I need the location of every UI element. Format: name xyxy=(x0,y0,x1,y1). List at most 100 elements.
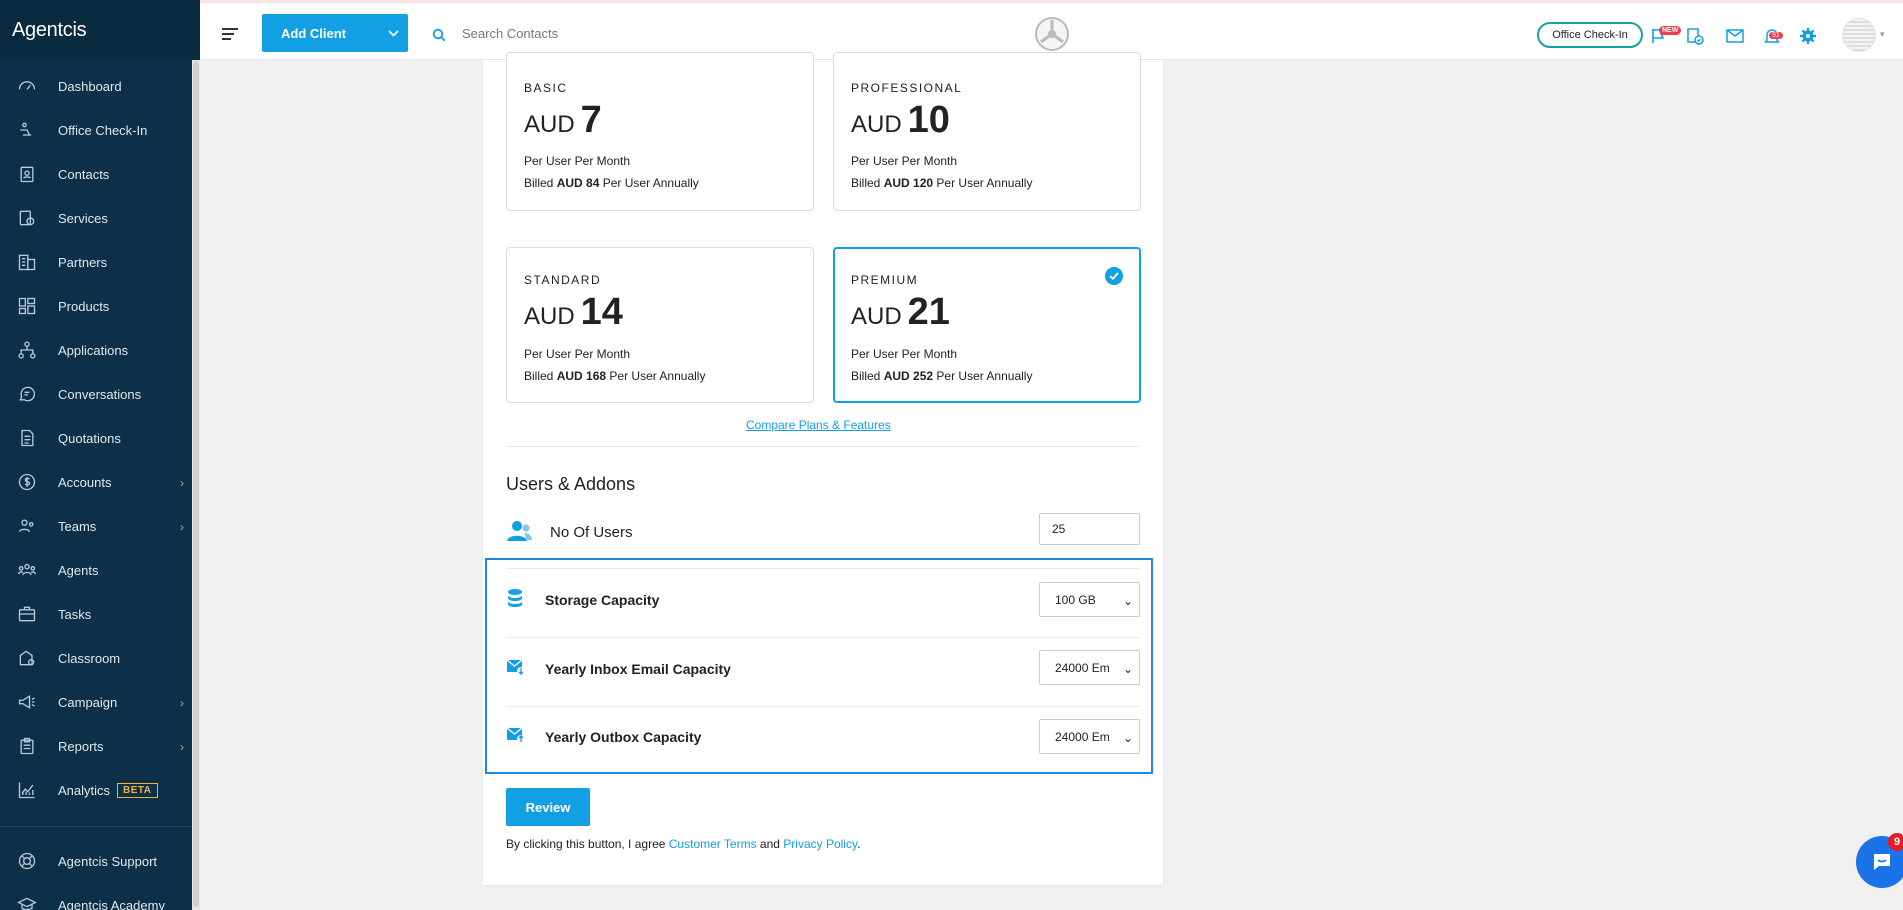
sidebar-item-support[interactable]: Agentcis Support xyxy=(0,839,200,883)
sidebar-item-label: Quotations xyxy=(58,430,121,446)
inbox-capacity-select[interactable]: 24000 Em ⌄ xyxy=(1039,650,1140,685)
billed-prefix: Billed xyxy=(524,369,554,383)
sidebar-item-dashboard[interactable]: Dashboard xyxy=(0,64,200,108)
task-check-icon[interactable] xyxy=(1684,25,1706,47)
inbox-mail-icon xyxy=(506,658,526,681)
storage-capacity-value: 100 GB xyxy=(1055,592,1096,607)
outbox-capacity-label: Yearly Outbox Capacity xyxy=(545,729,702,745)
team-icon xyxy=(16,515,38,537)
sidebar-item-teams[interactable]: Teams › xyxy=(0,504,200,548)
selected-check-icon xyxy=(1105,267,1123,285)
sidebar-item-tasks[interactable]: Tasks xyxy=(0,592,200,636)
gear-icon[interactable] xyxy=(1797,25,1819,47)
outbox-mail-icon xyxy=(506,726,526,749)
sidebar-item-academy[interactable]: Agentcis Academy xyxy=(0,883,200,910)
building-icon xyxy=(16,251,38,273)
search-icon xyxy=(432,28,446,47)
chat-unread-badge: 9 xyxy=(1888,833,1903,851)
sidebar-item-partners[interactable]: Partners xyxy=(0,240,200,284)
customer-terms-link[interactable]: Customer Terms xyxy=(669,837,757,851)
compare-plans-link[interactable]: Compare Plans & Features xyxy=(746,418,891,432)
sidebar-scrollbar-thumb[interactable] xyxy=(193,62,199,907)
chevron-down-icon[interactable]: ▾ xyxy=(1880,29,1885,40)
sidebar-item-campaign[interactable]: Campaign › xyxy=(0,680,200,724)
avatar[interactable] xyxy=(1842,18,1876,52)
search-input[interactable] xyxy=(462,21,762,45)
new-badge: NEW xyxy=(1659,26,1682,35)
topbar: Add Client Office Check-In NEW 91 ▾ xyxy=(200,0,1903,60)
plan-per-month: Per User Per Month xyxy=(524,154,631,168)
add-client-button[interactable]: Add Client xyxy=(262,14,408,52)
chevron-down-icon: ⌄ xyxy=(1122,594,1133,608)
terms-end: . xyxy=(857,837,861,851)
plan-per-month: Per User Per Month xyxy=(851,154,958,168)
sidebar-item-label: Classroom xyxy=(58,650,121,666)
review-button[interactable]: Review xyxy=(506,788,590,826)
brand-logo[interactable]: Agentcis xyxy=(0,0,200,60)
analytics-icon xyxy=(16,779,38,801)
terms-text: By clicking this button, I agree Custome… xyxy=(506,837,860,851)
billed-prefix: Billed xyxy=(851,369,881,383)
divider xyxy=(506,706,1140,707)
sidebar-item-office-checkin[interactable]: Office Check-In xyxy=(0,108,200,152)
sidebar-divider xyxy=(0,826,192,827)
sidebar-item-analytics[interactable]: Analytics BETA xyxy=(0,768,200,812)
privacy-policy-link[interactable]: Privacy Policy xyxy=(783,837,857,851)
gauge-icon xyxy=(16,75,38,97)
sidebar-footer: Agentcis Support Agentcis Academy xyxy=(0,839,200,910)
subscription-card: BASIC AUD 7 Per User Per Month Billed AU… xyxy=(483,52,1163,885)
applications-icon xyxy=(16,339,38,361)
users-addons-heading: Users & Addons xyxy=(506,474,636,494)
chevron-down-icon[interactable] xyxy=(378,26,408,40)
clipboard-icon xyxy=(16,735,38,757)
chevron-right-icon: › xyxy=(180,476,184,490)
plan-currency: AUD xyxy=(524,111,575,138)
billed-suffix: Per User Annually xyxy=(609,369,706,383)
chevron-right-icon: › xyxy=(180,520,184,534)
sidebar-item-services[interactable]: Services xyxy=(0,196,200,240)
chat-icon xyxy=(16,383,38,405)
sidebar-item-products[interactable]: Products xyxy=(0,284,200,328)
sidebar-item-agents[interactable]: Agents xyxy=(0,548,200,592)
dollar-icon xyxy=(16,471,38,493)
add-client-label: Add Client xyxy=(281,25,346,41)
plan-card-basic[interactable]: BASIC AUD 7 Per User Per Month Billed AU… xyxy=(506,52,814,211)
sidebar-item-contacts[interactable]: Contacts xyxy=(0,152,200,196)
office-checkin-button[interactable]: Office Check-In xyxy=(1537,22,1643,48)
sidebar: Agentcis Dashboard Office Check-In Conta… xyxy=(0,0,200,910)
plan-card-standard[interactable]: STANDARD AUD 14 Per User Per Month Bille… xyxy=(506,247,814,403)
plan-billed: Billed AUD 120 Per User Annually xyxy=(851,176,1032,190)
menu-toggle-icon[interactable] xyxy=(222,28,238,43)
plan-name: STANDARD xyxy=(524,273,602,287)
plan-billed: Billed AUD 84 Per User Annually xyxy=(524,176,699,190)
plan-card-professional[interactable]: PROFESSIONAL AUD 10 Per User Per Month B… xyxy=(833,52,1141,211)
document-icon xyxy=(16,427,38,449)
sidebar-item-classroom[interactable]: Classroom xyxy=(0,636,200,680)
plan-price: AUD 7 xyxy=(524,99,602,142)
storage-capacity-select[interactable]: 100 GB ⌄ xyxy=(1039,582,1140,617)
sidebar-item-accounts[interactable]: Accounts › xyxy=(0,460,200,504)
sidebar-scrollbar[interactable] xyxy=(192,60,200,910)
sidebar-item-reports[interactable]: Reports › xyxy=(0,724,200,768)
outbox-capacity-select[interactable]: 24000 Em ⌄ xyxy=(1039,719,1140,754)
plan-amount: 14 xyxy=(580,291,623,333)
chevron-right-icon: › xyxy=(180,696,184,710)
office-checkin-icon xyxy=(16,119,38,141)
mail-icon[interactable] xyxy=(1724,25,1746,47)
sidebar-item-conversations[interactable]: Conversations xyxy=(0,372,200,416)
sidebar-item-label: Conversations xyxy=(58,386,142,402)
plan-card-premium[interactable]: PREMIUM AUD 21 Per User Per Month Billed… xyxy=(833,247,1141,403)
products-icon xyxy=(16,295,38,317)
plan-name: BASIC xyxy=(524,81,568,95)
plan-per-month: Per User Per Month xyxy=(524,347,631,361)
plan-amount: 21 xyxy=(907,291,950,333)
plan-name: PREMIUM xyxy=(851,273,919,287)
divider xyxy=(506,446,1140,447)
academy-icon xyxy=(16,894,38,910)
users-count-input[interactable] xyxy=(1039,513,1140,545)
megaphone-icon xyxy=(16,691,38,713)
sidebar-item-applications[interactable]: Applications xyxy=(0,328,200,372)
sidebar-item-quotations[interactable]: Quotations xyxy=(0,416,200,460)
sidebar-item-label: Tasks xyxy=(58,606,92,622)
database-icon xyxy=(506,588,524,613)
